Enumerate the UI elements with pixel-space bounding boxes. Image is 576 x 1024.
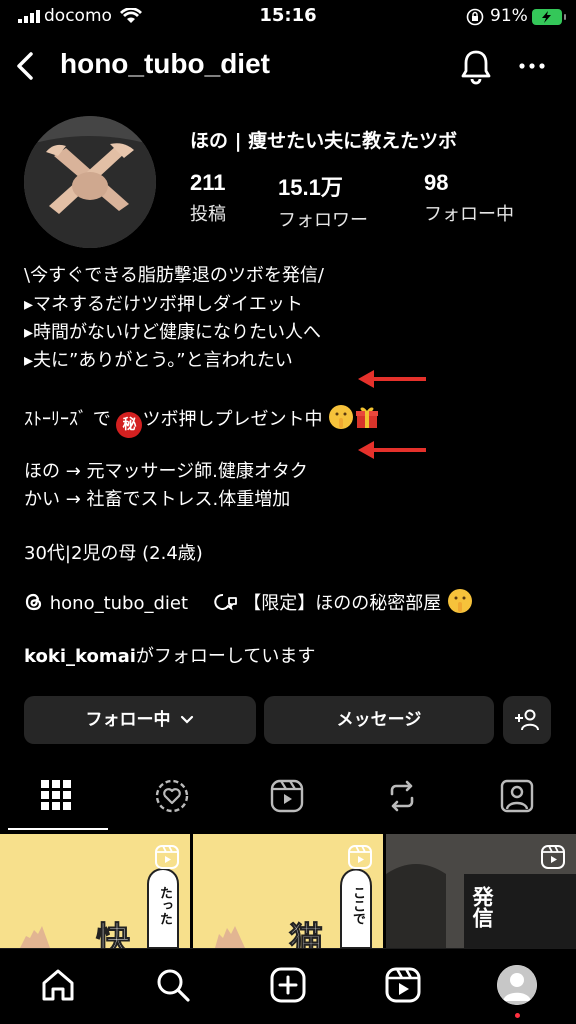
grid-post[interactable]: 猫 ここで (193, 834, 383, 948)
post-bubble-text: ここで (350, 886, 365, 925)
tab-reels[interactable] (230, 770, 345, 830)
repost-icon (390, 780, 414, 812)
bio-age-line: 30代|2児の母 (2.4歳) (24, 543, 203, 564)
create-post-icon[interactable] (268, 965, 308, 1005)
message-button[interactable]: メッセージ (264, 696, 494, 744)
grid-icon (41, 780, 71, 810)
secret-badge-icon: 秘 (116, 412, 143, 438)
tab-highlights[interactable] (115, 770, 230, 830)
bio-line: ▸マネするだけツボ押しダイエット (24, 294, 303, 315)
profile-avatar[interactable] (24, 116, 156, 248)
tab-reposts[interactable] (345, 770, 460, 830)
gift-icon (356, 407, 379, 428)
shushing-face-icon (447, 589, 472, 613)
post-big-text: 快 (96, 920, 131, 949)
dashed-heart-circle-icon (155, 779, 189, 813)
profile-username: hono_tubo_diet (60, 48, 270, 79)
reels-icon (270, 779, 304, 813)
profile-links: hono_tubo_diet 【限定】ほのの秘密部屋 (24, 588, 473, 615)
notification-dot (515, 1013, 520, 1018)
followers-label: フォロワー (278, 210, 368, 231)
following-button[interactable]: フォロー中 (24, 696, 256, 744)
bio-line: ▸時間がないけど健康になりたい人へ (24, 322, 322, 343)
home-icon[interactable] (38, 965, 78, 1005)
battery-icon (532, 9, 566, 25)
status-bar: docomo 15:16 91% (0, 0, 576, 36)
channel-icon (213, 593, 237, 611)
profile-display-name: ほの | 痩せたい夫に教えたツボ (190, 130, 458, 152)
following-button-label: フォロー中 (85, 710, 171, 730)
stories-suffix: ツボ押しプレゼント中 (142, 409, 323, 430)
grid-post[interactable]: 快 たった (0, 834, 190, 948)
bio-line: ▸夫に”ありがとう。”と言われたい (24, 350, 293, 371)
threads-handle: hono_tubo_diet (49, 593, 189, 614)
posts-grid: 快 たった 猫 ここで 発信 (0, 834, 576, 948)
avatar-photo (24, 116, 156, 248)
bio-line: かい → 社畜でストレス.体重増加 (24, 489, 291, 510)
mutual-followers[interactable]: koki_komaiがフォローしています (24, 642, 315, 668)
post-big-text: 発信 (470, 886, 494, 928)
active-tab-indicator (8, 828, 108, 830)
tab-posts-grid[interactable] (0, 770, 115, 830)
posts-count: 211 (190, 170, 226, 195)
tab-tagged[interactable] (460, 770, 575, 830)
profile-nav-avatar[interactable] (497, 965, 537, 1005)
bell-icon[interactable] (458, 48, 494, 86)
following-count: 98 (424, 170, 449, 195)
search-icon[interactable] (153, 965, 193, 1005)
default-avatar-icon (497, 965, 537, 1005)
profile-tabs (0, 770, 576, 830)
red-arrow-annotation (358, 370, 426, 388)
posts-label: 投稿 (190, 204, 226, 225)
add-person-icon (515, 709, 539, 731)
threads-link[interactable]: hono_tubo_diet (24, 593, 194, 614)
profile-header: hono_tubo_diet (0, 40, 576, 92)
mutual-follower-name: koki_komai (24, 646, 136, 667)
threads-icon (25, 593, 42, 611)
grid-post[interactable]: 発信 (386, 834, 576, 948)
chevron-down-icon (181, 715, 194, 724)
mutual-follower-suffix: がフォローしています (135, 646, 316, 667)
bottom-navigation (0, 948, 576, 1024)
stories-prefix: ｽﾄｰﾘｰｽﾞ で (24, 409, 111, 430)
bio-stories-line: ｽﾄｰﾘｰｽﾞ で 秘ツボ押しプレゼント中 (24, 404, 380, 438)
reel-badge-icon (541, 845, 565, 869)
reel-badge-icon (155, 845, 179, 869)
tagged-person-icon (500, 779, 534, 813)
shushing-face-icon (329, 405, 354, 429)
reels-nav-icon[interactable] (383, 965, 423, 1005)
message-button-label: メッセージ (336, 710, 422, 730)
back-arrow-icon[interactable] (12, 48, 40, 84)
battery-percent: 91% (490, 6, 528, 26)
red-arrow-annotation (358, 441, 426, 459)
suggested-users-button[interactable] (503, 696, 551, 744)
following-stat[interactable]: 98 フォロー中 (424, 170, 514, 226)
more-options-icon[interactable] (516, 56, 548, 76)
reel-badge-icon (348, 845, 372, 869)
followers-count: 15.1万 (278, 175, 343, 200)
posts-stat[interactable]: 211 投稿 (190, 170, 226, 226)
post-big-text: 猫 (289, 920, 324, 949)
bio-line: ほの → 元マッサージ師.健康オタク (24, 461, 308, 482)
orientation-lock-icon (466, 8, 484, 26)
followers-stat[interactable]: 15.1万 フォロワー (278, 170, 368, 232)
post-bubble-text: たった (157, 886, 172, 925)
bio-line: \今すぐできる脂肪撃退のツボを発信/ (24, 265, 324, 286)
broadcast-channel-link[interactable]: 【限定】ほのの秘密部屋 (213, 589, 473, 614)
channel-name: 【限定】ほのの秘密部屋 (243, 593, 442, 614)
following-label: フォロー中 (424, 204, 514, 225)
